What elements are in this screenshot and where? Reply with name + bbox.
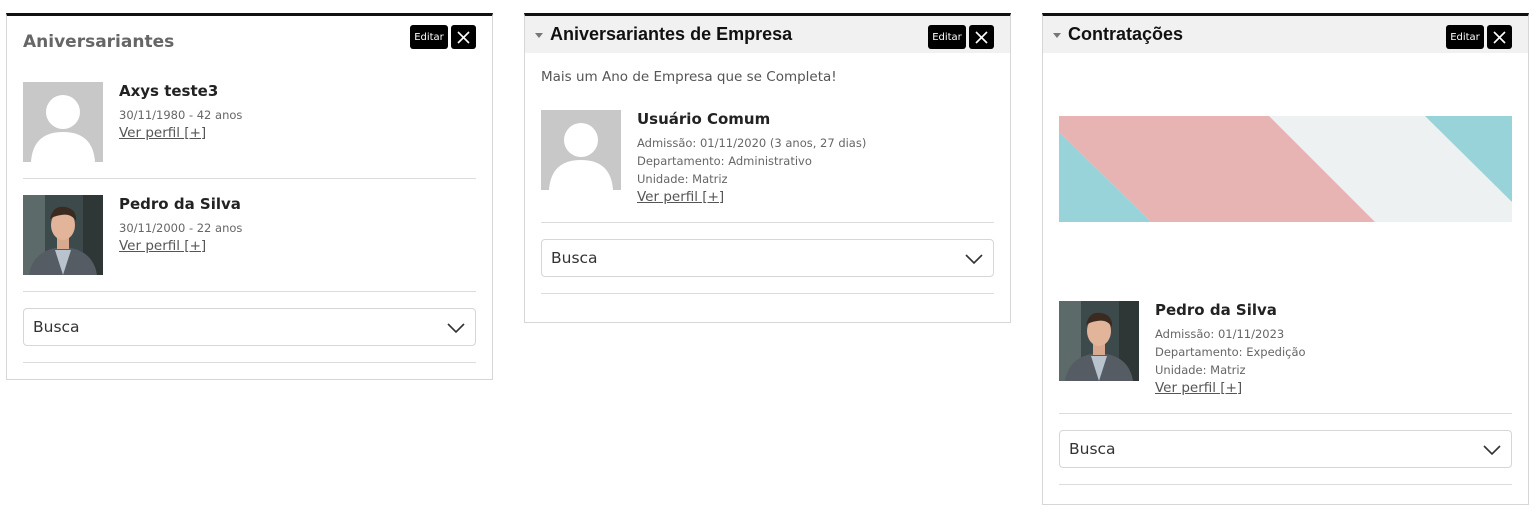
close-icon xyxy=(1493,30,1506,44)
intro-text: Mais um Ano de Empresa que se Completa! xyxy=(541,69,837,85)
avatar xyxy=(541,110,621,190)
person-department: Departamento: Expedição xyxy=(1155,345,1306,359)
search-label: Busca xyxy=(33,318,80,336)
list-item: Usuário Comum Admissão: 01/11/2020 (3 an… xyxy=(541,110,994,206)
birthdays-panel: Aniversariantes Editar Axys teste3 30/11… xyxy=(6,13,493,380)
view-profile-link[interactable]: Ver perfil [+] xyxy=(1155,379,1306,397)
divider xyxy=(1059,484,1512,485)
search-dropdown[interactable]: Busca xyxy=(1059,430,1512,468)
avatar xyxy=(1059,301,1139,381)
panel-header: Contratações Editar xyxy=(1043,16,1528,53)
person-birthdate: 30/11/1980 - 42 anos xyxy=(119,108,243,122)
person-unit: Unidade: Matriz xyxy=(1155,363,1246,377)
hires-banner-image xyxy=(1059,116,1512,222)
person-name: Axys teste3 xyxy=(119,82,219,100)
user-placeholder-icon xyxy=(23,82,103,162)
person-unit: Unidade: Matriz xyxy=(637,172,728,186)
collapse-caret-icon[interactable] xyxy=(535,33,543,38)
person-admission: Admissão: 01/11/2020 (3 anos, 27 dias) xyxy=(637,136,867,150)
avatar xyxy=(23,195,103,275)
search-label: Busca xyxy=(1069,440,1116,458)
search-dropdown[interactable]: Busca xyxy=(541,239,994,277)
view-profile-link[interactable]: Ver perfil [+] xyxy=(119,124,242,142)
view-profile-link[interactable]: Ver perfil [+] xyxy=(119,237,242,255)
user-placeholder-icon xyxy=(541,110,621,190)
search-dropdown[interactable]: Busca xyxy=(23,308,476,346)
panel-title: Contratações xyxy=(1068,24,1184,44)
edit-button[interactable]: Editar xyxy=(928,25,966,49)
collapse-caret-icon[interactable] xyxy=(1053,33,1061,38)
list-item: Pedro da Silva Admissão: 01/11/2023 Depa… xyxy=(1059,301,1512,397)
person-name: Pedro da Silva xyxy=(1155,301,1277,319)
list-item: Axys teste3 30/11/1980 - 42 anos Ver per… xyxy=(23,82,476,162)
close-button[interactable] xyxy=(1487,25,1512,49)
person-birthdate: 30/11/2000 - 22 anos xyxy=(119,221,243,235)
panel-title: Aniversariantes xyxy=(23,32,175,52)
edit-button[interactable]: Editar xyxy=(1446,25,1484,49)
chevron-down-icon xyxy=(965,254,983,265)
divider xyxy=(23,362,476,363)
close-button[interactable] xyxy=(451,25,476,49)
panel-header: Aniversariantes de Empresa Editar xyxy=(525,16,1010,53)
avatar xyxy=(23,82,103,162)
company-anniversaries-panel: Aniversariantes de Empresa Editar Mais u… xyxy=(524,13,1011,323)
panel-title: Aniversariantes de Empresa xyxy=(550,24,793,44)
panel-header: Aniversariantes Editar xyxy=(7,16,492,53)
chevron-down-icon xyxy=(1483,445,1501,456)
view-profile-link[interactable]: Ver perfil [+] xyxy=(637,188,866,206)
chevron-down-icon xyxy=(447,323,465,334)
close-icon xyxy=(457,30,470,44)
user-photo xyxy=(1059,301,1139,381)
user-photo xyxy=(23,195,103,275)
person-department: Departamento: Administrativo xyxy=(637,154,812,168)
search-label: Busca xyxy=(551,249,598,267)
close-button[interactable] xyxy=(969,25,994,49)
person-name: Usuário Comum xyxy=(637,110,771,128)
hires-panel: Contratações Editar Pedro da Silva Admis… xyxy=(1042,13,1529,505)
close-icon xyxy=(975,30,988,44)
list-item: Pedro da Silva 30/11/2000 - 22 anos Ver … xyxy=(23,195,476,275)
divider xyxy=(541,293,994,294)
edit-button[interactable]: Editar xyxy=(410,25,448,49)
person-name: Pedro da Silva xyxy=(119,195,241,213)
person-admission: Admissão: 01/11/2023 xyxy=(1155,327,1285,341)
